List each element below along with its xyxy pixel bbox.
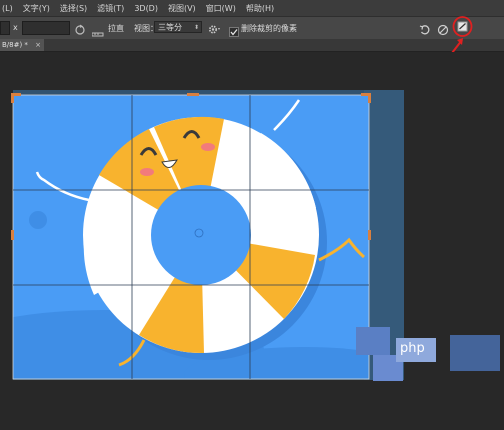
- watermark-tile: [356, 327, 390, 355]
- crop-options-bar: x 拉直 视图： 三等分 ⬍ 删除裁剪的像素: [0, 16, 504, 40]
- ratio-width-field[interactable]: [0, 21, 10, 35]
- document-tab-label: B/8#) *: [2, 41, 28, 49]
- menu-item-select[interactable]: 选择(S): [60, 3, 87, 14]
- close-icon[interactable]: ×: [35, 39, 41, 51]
- menu-bar: (L) 文字(Y) 选择(S) 滤镜(T) 3D(D) 视图(V) 窗口(W) …: [0, 0, 504, 16]
- document-tab[interactable]: B/8#) * ×: [0, 39, 44, 51]
- swap-x-label: x: [13, 23, 18, 32]
- watermark-tile-3: [450, 335, 500, 371]
- menu-item-view[interactable]: 视图(V): [168, 3, 196, 14]
- ratio-height-field[interactable]: [22, 21, 70, 35]
- crop-canvas-artwork[interactable]: [4, 90, 404, 430]
- undo-icon[interactable]: [419, 21, 431, 40]
- artwork-bubble: [29, 211, 47, 229]
- life-ring: [83, 116, 319, 354]
- straighten-label[interactable]: 拉直: [108, 23, 124, 34]
- document-tab-bar: B/8#) * ×: [0, 39, 504, 52]
- menu-item-layer[interactable]: (L): [2, 4, 13, 13]
- gear-icon[interactable]: [207, 21, 221, 40]
- chevron-updown-icon: ⬍: [193, 24, 199, 31]
- menu-item-3d[interactable]: 3D(D): [134, 4, 158, 13]
- menu-item-help[interactable]: 帮助(H): [246, 3, 274, 14]
- rotate-icon[interactable]: [74, 21, 86, 40]
- view-overlay-value: 三等分: [158, 23, 182, 32]
- menu-item-type[interactable]: 文字(Y): [23, 3, 50, 14]
- delete-cropped-label[interactable]: 删除裁剪的像素: [241, 23, 297, 34]
- view-overlay-select[interactable]: 三等分 ⬍: [154, 21, 202, 33]
- menu-item-window[interactable]: 窗口(W): [206, 3, 236, 14]
- menu-item-filter[interactable]: 滤镜(T): [97, 3, 124, 14]
- watermark-text: php: [400, 341, 425, 356]
